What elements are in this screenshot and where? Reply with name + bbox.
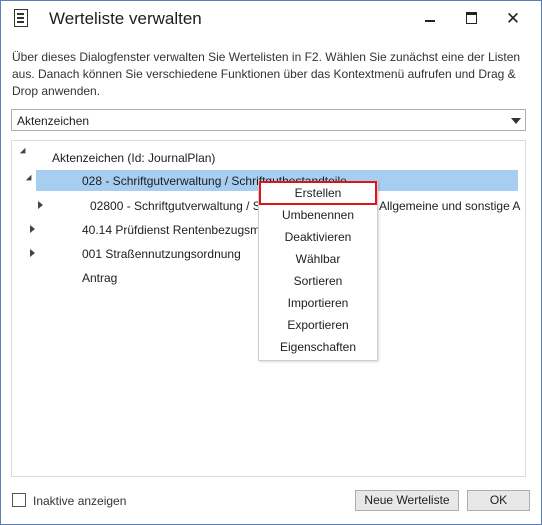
menu-item-eigenschaften[interactable]: Eigenschaften [259, 336, 377, 358]
dialog-description: Über dieses Dialogfenster verwalten Sie … [12, 50, 521, 98]
show-inactive-label: Inaktive anzeigen [33, 494, 127, 508]
close-icon: ✕ [505, 8, 521, 28]
expand-node-icon[interactable] [25, 174, 35, 184]
list-select-dropdown[interactable]: Aktenzeichen [11, 109, 526, 131]
collapse-node-icon[interactable] [30, 249, 35, 257]
tree-node-001[interactable]: 001 Straßennutzungsordnung [82, 243, 241, 265]
menu-item-importieren[interactable]: Importieren [259, 292, 377, 314]
collapse-node-icon[interactable] [30, 225, 35, 233]
tree-node-02800[interactable]: 02800 - Schriftgutverwaltung / S [90, 195, 261, 217]
ok-button[interactable]: OK [467, 490, 530, 511]
menu-item-deaktivieren[interactable]: Deaktivieren [259, 226, 377, 248]
tree-node-40-14[interactable]: 40.14 Prüfdienst Rentenbezugsmi [82, 219, 263, 241]
show-inactive-checkbox[interactable] [12, 493, 26, 507]
collapse-node-icon[interactable] [38, 201, 43, 209]
dropdown-value: Aktenzeichen [17, 114, 90, 128]
dialog-window: Werteliste verwalten ✕ Über dieses Dialo… [0, 0, 542, 525]
minimize-icon [425, 20, 435, 22]
menu-item-umbenennen[interactable]: Umbenennen [259, 204, 377, 226]
close-button[interactable]: ✕ [493, 1, 533, 35]
menu-item-waehlbar[interactable]: Wählbar [259, 248, 377, 270]
chevron-down-icon[interactable] [511, 118, 521, 124]
highlight-box [259, 181, 377, 205]
tree-node-antrag[interactable]: Antrag [82, 267, 117, 289]
document-list-icon [14, 9, 28, 27]
minimize-button[interactable] [410, 1, 450, 35]
tree-node-root[interactable]: Aktenzeichen (Id: JournalPlan) [52, 147, 215, 169]
menu-item-exportieren[interactable]: Exportieren [259, 314, 377, 336]
expand-root-icon[interactable] [19, 147, 29, 157]
maximize-icon [465, 12, 477, 24]
context-menu: Erstellen Umbenennen Deaktivieren Wählba… [258, 181, 378, 361]
title-bar: Werteliste verwalten ✕ [1, 1, 541, 39]
menu-item-sortieren[interactable]: Sortieren [259, 270, 377, 292]
window-title: Werteliste verwalten [49, 9, 202, 28]
maximize-button[interactable] [451, 1, 491, 35]
tree-node-02800-suffix: Allgemeine und sonstige A [379, 199, 521, 213]
new-value-list-button[interactable]: Neue Werteliste [355, 490, 459, 511]
